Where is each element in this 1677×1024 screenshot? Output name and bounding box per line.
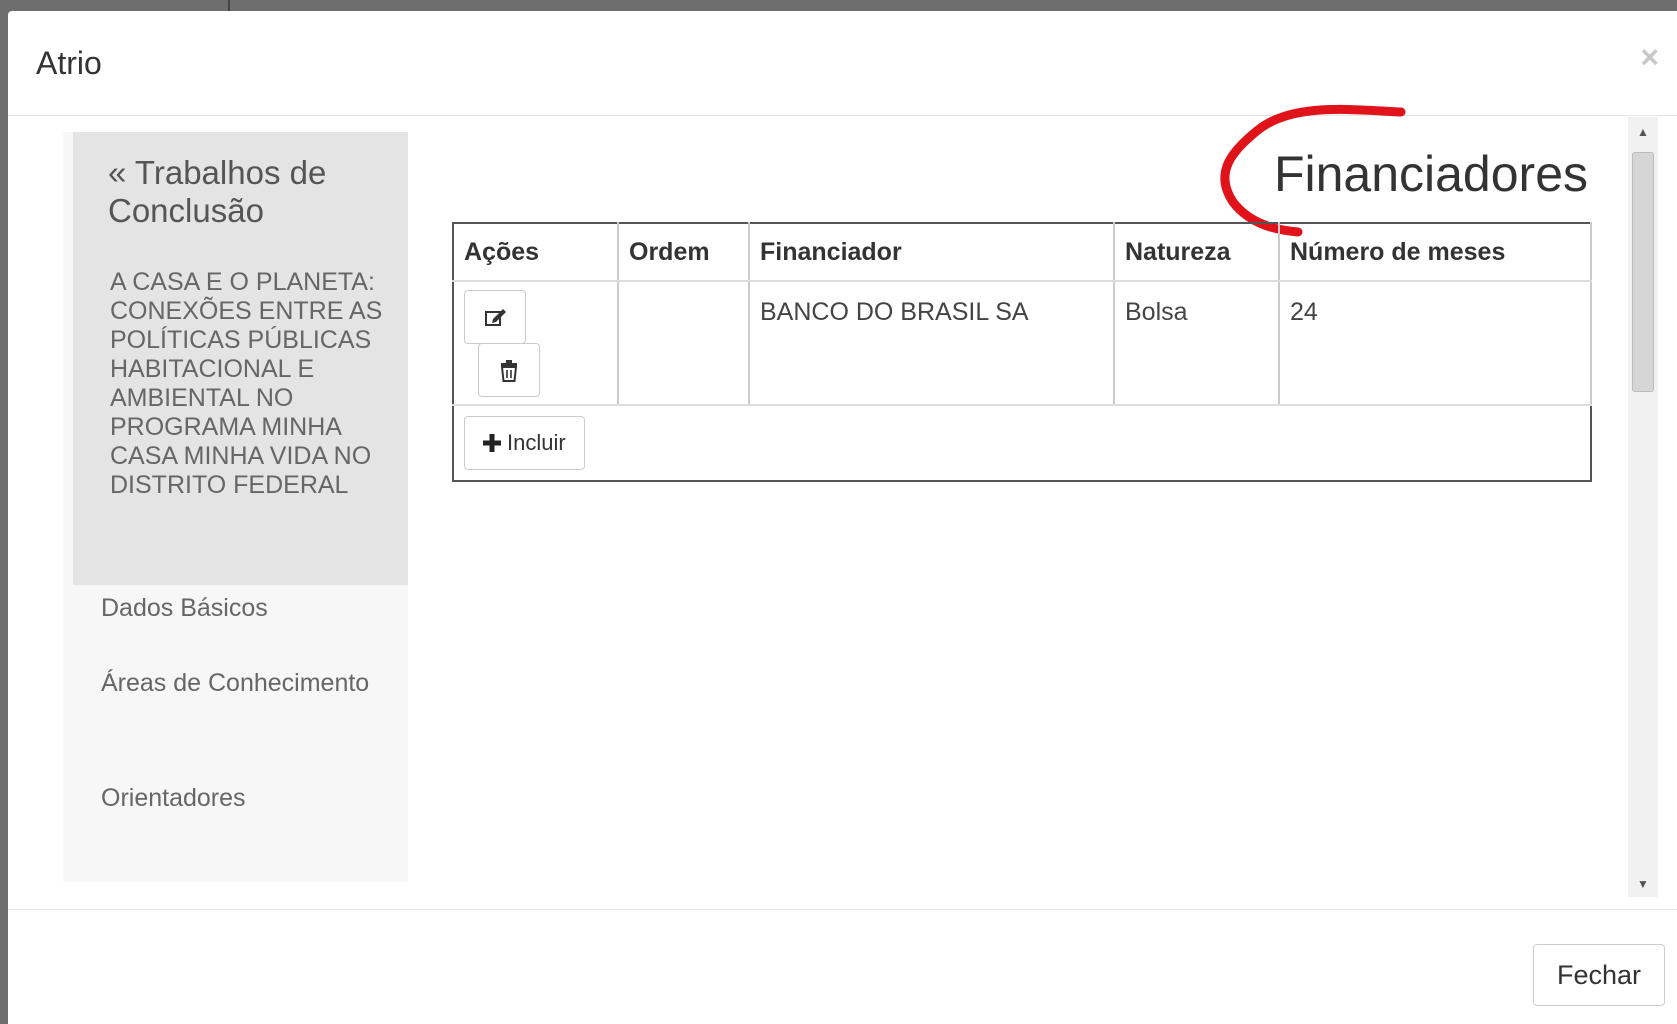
sidebar: « Trabalhos de Conclusão A CASA E O PLAN… bbox=[63, 132, 408, 882]
sidebar-item-orientadores[interactable]: Orientadores bbox=[101, 780, 391, 817]
scroll-down-icon[interactable]: ▼ bbox=[1637, 877, 1649, 891]
cell-numero-meses: 24 bbox=[1279, 281, 1592, 406]
close-icon[interactable]: × bbox=[1640, 41, 1659, 73]
fechar-button[interactable]: Fechar bbox=[1533, 944, 1665, 1006]
sidebar-header: « Trabalhos de Conclusão A CASA E O PLAN… bbox=[73, 132, 408, 585]
table-row: BANCO DO BRASIL SA Bolsa 24 bbox=[453, 281, 1592, 406]
cell-financiador: BANCO DO BRASIL SA bbox=[749, 281, 1115, 406]
incluir-button[interactable]: Incluir bbox=[464, 416, 585, 470]
plus-icon bbox=[483, 434, 501, 452]
scrollbar-thumb[interactable] bbox=[1632, 152, 1654, 392]
modal-body: « Trabalhos de Conclusão A CASA E O PLAN… bbox=[8, 104, 1677, 917]
sidebar-item-dados-basicos[interactable]: Dados Básicos bbox=[101, 590, 391, 627]
scroll-up-icon[interactable]: ▲ bbox=[1637, 125, 1649, 139]
column-header-ordem: Ordem bbox=[618, 223, 750, 282]
section-title: Financiadores bbox=[1273, 146, 1588, 202]
sidebar-item-areas-conhecimento[interactable]: Áreas de Conhecimento bbox=[101, 665, 391, 702]
column-header-financiador: Financiador bbox=[749, 223, 1115, 282]
edit-icon bbox=[485, 309, 506, 326]
financiadores-table: Ações Ordem Financiador Natureza Número … bbox=[452, 222, 1592, 482]
modal-title: Atrio bbox=[36, 45, 102, 81]
cell-natureza: Bolsa bbox=[1114, 281, 1280, 406]
row-actions-cell bbox=[453, 281, 619, 406]
column-header-natureza: Natureza bbox=[1114, 223, 1280, 282]
modal-dialog: Atrio × « Trabalhos de Conclusão A CASA … bbox=[8, 11, 1677, 1024]
column-header-numero-meses: Número de meses bbox=[1279, 223, 1592, 282]
cell-ordem bbox=[618, 281, 750, 406]
trash-icon bbox=[500, 360, 518, 382]
edit-button[interactable] bbox=[464, 290, 526, 344]
table-header-row: Ações Ordem Financiador Natureza Número … bbox=[453, 223, 1592, 282]
modal-footer: Fechar bbox=[8, 909, 1677, 1024]
work-title: A CASA E O PLANETA: CONEXÕES ENTRE AS PO… bbox=[110, 268, 383, 499]
incluir-label: Incluir bbox=[507, 430, 566, 455]
column-header-acoes: Ações bbox=[453, 223, 619, 282]
back-to-works-link[interactable]: « Trabalhos de Conclusão bbox=[108, 154, 398, 230]
delete-button[interactable] bbox=[478, 343, 540, 397]
add-row-cell: Incluir bbox=[453, 405, 1591, 481]
table-footer-row: Incluir bbox=[453, 405, 1591, 481]
main-panel: Financiadores Ações Ordem Financiador Na… bbox=[448, 104, 1608, 897]
vertical-scrollbar[interactable]: ▲ ▼ bbox=[1628, 117, 1658, 897]
